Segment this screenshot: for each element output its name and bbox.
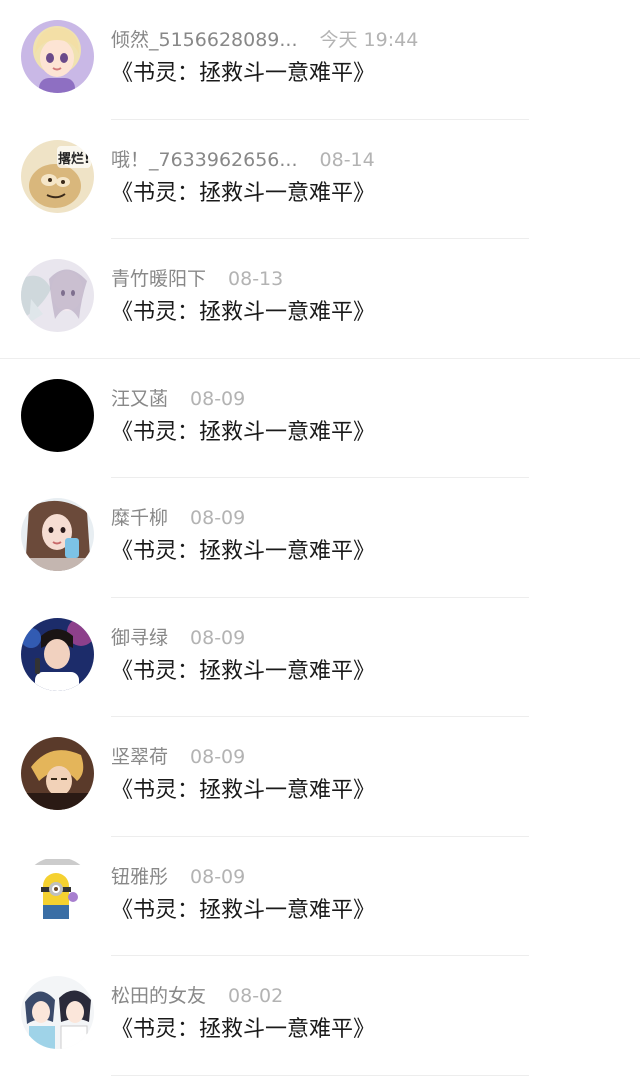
username[interactable]: 汪又菡	[111, 388, 168, 410]
timestamp: 08-09	[190, 387, 246, 410]
username[interactable]: 倾然_5156628089...	[111, 29, 298, 51]
comment-text: 《书灵：拯救斗一意难平》	[111, 61, 376, 86]
comment-meta: 青竹暖阳下 08-13	[111, 266, 283, 292]
comment-meta: 倾然_5156628089... 今天 19:44	[111, 27, 418, 53]
black-avatar[interactable]	[21, 378, 94, 452]
timestamp: 08-02	[228, 985, 284, 1007]
blonde-boy-avatar[interactable]	[21, 737, 94, 810]
comment-item[interactable]: 撂烂! 哦！_7633962656... 08-14 《书灵：拯救斗一意难平》	[0, 120, 640, 239]
username[interactable]: 哦！_7633962656...	[111, 149, 298, 171]
sticker-text: 撂烂!	[58, 151, 90, 167]
timestamp: 08-13	[228, 268, 284, 290]
comment-meta: 钮雅彤 08-09	[111, 864, 245, 890]
divider	[111, 1074, 529, 1076]
comment-text: 《书灵：拯救斗一意难平》	[111, 539, 376, 564]
timestamp: 08-14	[319, 148, 375, 171]
minion-avatar[interactable]	[21, 856, 94, 930]
comment-item[interactable]: 松田的女友 08-02 《书灵：拯救斗一意难平》	[0, 956, 640, 1076]
comment-item[interactable]: 钮雅彤 08-09 《书灵：拯救斗一意难平》	[0, 837, 640, 956]
username[interactable]: 坚翠荷	[111, 746, 168, 768]
comment-meta: 汪又菡 08-09	[111, 386, 245, 412]
comment-meta: 哦！_7633962656... 08-14	[111, 147, 375, 173]
anime-couple-avatar[interactable]	[21, 976, 94, 1049]
comment-text: 《书灵：拯救斗一意难平》	[111, 419, 376, 445]
timestamp: 08-09	[190, 865, 246, 888]
comment-meta: 坚翠荷 08-09	[111, 744, 245, 770]
anime-illustration-avatar[interactable]	[21, 259, 94, 332]
selfie-girl-avatar[interactable]	[21, 498, 94, 571]
timestamp: 08-09	[190, 507, 246, 529]
comment-item[interactable]: 糜千柳 08-09 《书灵：拯救斗一意难平》	[0, 478, 640, 598]
username[interactable]: 松田的女友	[111, 985, 206, 1007]
comment-text: 《书灵：拯救斗一意难平》	[111, 1017, 376, 1042]
username[interactable]: 御寻绿	[111, 627, 168, 649]
timestamp: 今天 19:44	[319, 29, 419, 51]
comment-item[interactable]: 汪又菡 08-09 《书灵：拯救斗一意难平》	[0, 359, 640, 478]
comment-item[interactable]: 坚翠荷 08-09 《书灵：拯救斗一意难平》	[0, 717, 640, 837]
username[interactable]: 糜千柳	[111, 507, 168, 529]
timestamp: 08-09	[190, 626, 246, 649]
comment-meta: 糜千柳 08-09	[111, 505, 245, 531]
comment-text: 《书灵：拯救斗一意难平》	[111, 778, 376, 803]
singer-photo-avatar[interactable]	[21, 617, 94, 691]
username[interactable]: 青竹暖阳下	[111, 268, 206, 290]
comment-meta: 御寻绿 08-09	[111, 625, 245, 651]
comment-meta: 松田的女友 08-02	[111, 983, 283, 1009]
cartoon-girl-avatar[interactable]	[21, 20, 94, 93]
comment-text: 《书灵：拯救斗一意难平》	[111, 658, 376, 684]
comment-item[interactable]: 青竹暖阳下 08-13 《书灵：拯救斗一意难平》	[0, 239, 640, 359]
comment-text: 《书灵：拯救斗一意难平》	[111, 300, 376, 325]
comment-text: 《书灵：拯救斗一意难平》	[111, 897, 376, 923]
timestamp: 08-09	[190, 746, 246, 768]
meme-sticker-avatar[interactable]: 撂烂!	[21, 139, 94, 213]
comment-item[interactable]: 御寻绿 08-09 《书灵：拯救斗一意难平》	[0, 598, 640, 717]
comment-text: 《书灵：拯救斗一意难平》	[111, 180, 376, 206]
comment-item[interactable]: 倾然_5156628089... 今天 19:44 《书灵：拯救斗一意难平》	[0, 0, 640, 120]
username[interactable]: 钮雅彤	[111, 866, 168, 888]
